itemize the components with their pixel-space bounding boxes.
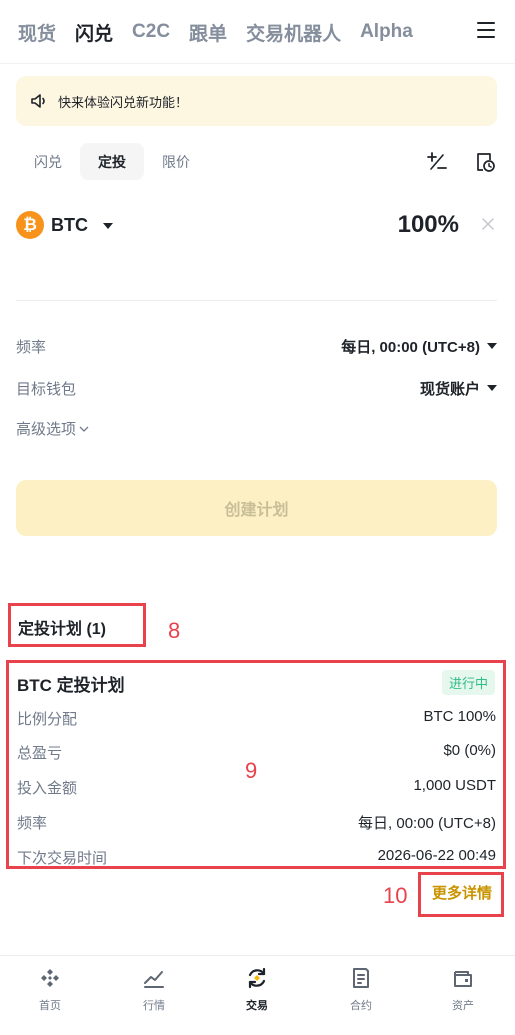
allocation-percent[interactable]: 100% [398,211,459,239]
nav-copy-trading[interactable]: 跟单 [189,19,227,46]
nav-c2c[interactable]: C2C [132,21,170,43]
top-nav: 现货 闪兑 C2C 跟单 交易机器人 Alpha [0,0,515,64]
tab-markets[interactable]: 行情 [124,966,184,1013]
frequency-row[interactable]: 频率 每日, 00:00 (UTC+8) [16,334,497,358]
tab-label: 资产 [452,1000,474,1012]
bottom-tab-bar: 首页 行情 交易 合约 资产 [0,955,515,1035]
annotation-label-8: 8 [168,618,181,643]
speaker-icon [31,94,45,108]
advanced-options-toggle[interactable]: 高级选项 [16,418,89,439]
tab-convert[interactable]: 闪兑 [16,143,80,180]
trade-icon [248,967,266,989]
wallet-row[interactable]: 目标钱包 现货账户 [16,376,497,400]
wallet-icon [454,971,472,987]
nav-divider [0,63,515,64]
notice-banner[interactable]: 快来体验闪兑新功能！ [16,76,497,126]
annotation-label-10: 10 [383,883,408,908]
caret-down-icon[interactable] [103,223,113,229]
wallet-label: 目标钱包 [16,380,77,398]
tab-futures[interactable]: 合约 [331,966,391,1013]
plus-minus-icon[interactable] [426,151,448,173]
chevron-down-icon [79,426,89,432]
annotation-box-8 [8,603,146,647]
nav-spot[interactable]: 现货 [18,19,56,46]
clock-history-icon[interactable] [474,151,496,173]
nav-alpha[interactable]: Alpha [360,21,413,43]
sub-tabs: 闪兑 定投 限价 [16,143,208,180]
wallet-select[interactable]: 现货账户 [420,378,497,399]
frequency-label: 频率 [16,338,47,356]
wallet-value: 现货账户 [419,380,480,398]
asset-row: ₿ BTC 100% [16,209,497,243]
hamburger-icon[interactable] [477,22,495,38]
asset-selector[interactable]: BTC [51,215,88,236]
divider [16,300,497,301]
frequency-value: 每日, 00:00 (UTC+8) [341,338,480,356]
tab-recurring[interactable]: 定投 [80,143,144,180]
btc-icon: ₿ [16,211,44,239]
annotation-label-9: 9 [245,758,258,783]
home-icon [41,969,59,987]
tab-assets[interactable]: 资产 [433,966,493,1013]
frequency-select[interactable]: 每日, 00:00 (UTC+8) [341,336,497,357]
caret-down-icon [487,385,497,391]
futures-icon [353,968,369,988]
nav-convert[interactable]: 闪兑 [75,19,113,46]
create-plan-button[interactable]: 创建计划 [16,480,497,536]
close-icon[interactable] [481,217,495,231]
tab-limit[interactable]: 限价 [144,143,208,180]
tab-label: 交易 [246,1000,268,1012]
annotation-box-10 [418,872,504,917]
tab-trade[interactable]: 交易 [227,966,287,1013]
nav-trading-bots[interactable]: 交易机器人 [246,19,341,46]
tab-label: 合约 [350,1000,372,1012]
tab-home[interactable]: 首页 [20,966,80,1013]
chart-icon [144,971,164,988]
advanced-options-label: 高级选项 [16,421,77,438]
tab-label: 首页 [39,1000,61,1012]
caret-down-icon [487,343,497,349]
tab-label: 行情 [143,1000,165,1012]
notice-text: 快来体验闪兑新功能！ [58,94,189,110]
